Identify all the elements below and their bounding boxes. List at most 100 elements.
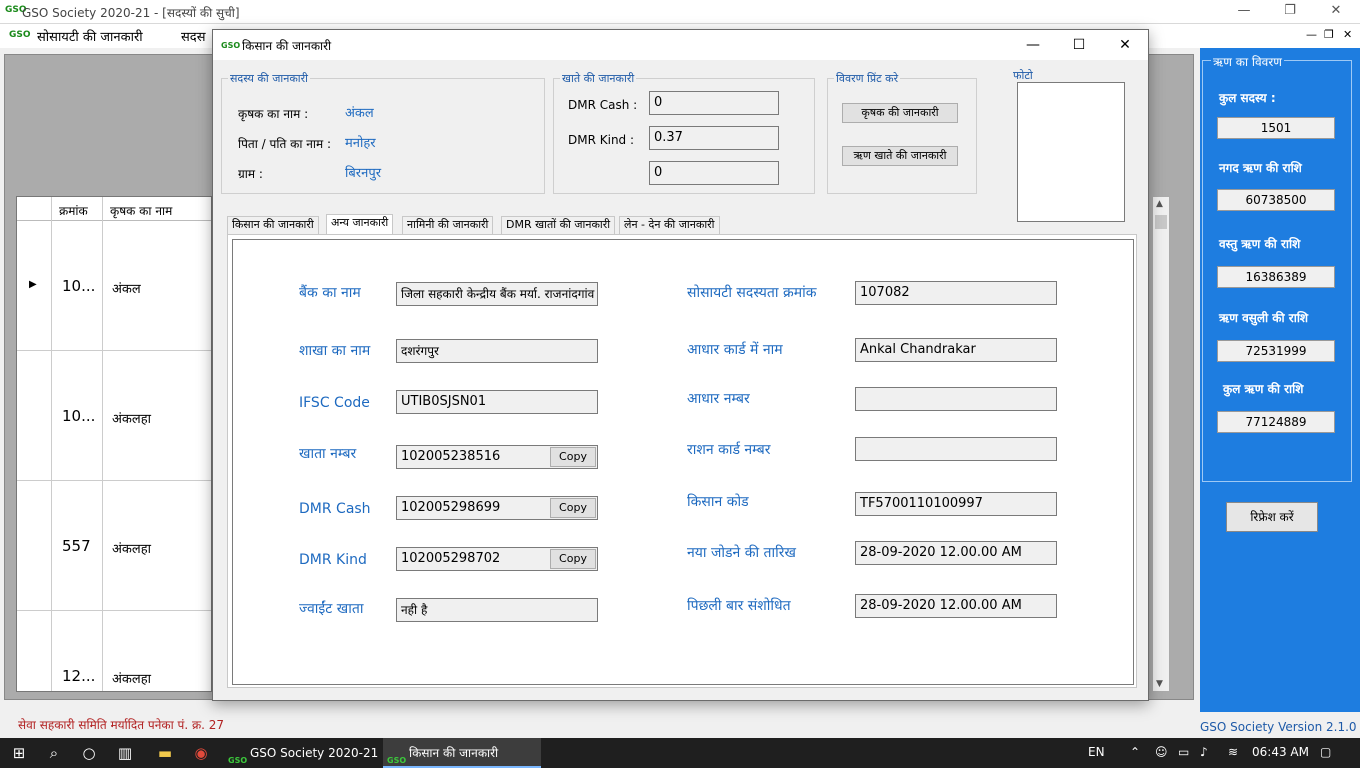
grid-col-number[interactable]: क्रमांक — [59, 202, 88, 219]
dmr-cash-label: DMR Cash : — [568, 98, 638, 112]
tray-chevron-icon[interactable]: ⌃ — [1130, 745, 1140, 759]
farmer-name-value: अंकल — [345, 106, 374, 121]
task-logo-icon: GSO — [387, 756, 407, 765]
row-number: 557 — [62, 537, 91, 555]
table-row[interactable]: 557 अंकलहा — [17, 481, 211, 611]
chrome-icon[interactable]: ◉ — [192, 744, 210, 762]
farmer-code-field[interactable]: TF5700110100997 — [855, 492, 1057, 516]
copy-dmr-kind-button[interactable]: Copy — [550, 549, 596, 569]
bank-name-label: बैंक का नाम — [299, 285, 361, 301]
table-row[interactable]: 12... अंकलहा — [17, 611, 211, 691]
membership-number-field[interactable]: 107082 — [855, 281, 1057, 305]
dialog-title-bar: GSO किसान की जानकारी — ☐ ✕ — [213, 30, 1148, 60]
main-restore-button[interactable]: ❐ — [1267, 2, 1313, 22]
last-modified-label: पिछली बार संशोधित — [687, 598, 791, 614]
windows-start-icon[interactable]: ⊞ — [10, 744, 28, 762]
photo-title: फोटो — [1013, 69, 1033, 82]
account-extra-field[interactable]: 0 — [649, 161, 779, 185]
copy-dmr-cash-button[interactable]: Copy — [550, 498, 596, 518]
mdi-minimize-icon[interactable]: — — [1306, 28, 1317, 41]
people-icon[interactable]: ☺ — [1155, 745, 1168, 759]
clock[interactable]: 06:43 AM — [1252, 745, 1309, 759]
farmer-name-label: कृषक का नाम : — [238, 107, 309, 121]
ration-card-field[interactable] — [855, 437, 1057, 461]
bank-name-field[interactable]: जिला सहकारी केन्द्रीय बैंक मर्या. राजनां… — [396, 282, 598, 306]
task-view-icon[interactable]: ▥ — [116, 744, 134, 762]
battery-icon[interactable]: ▭ — [1178, 745, 1189, 759]
dialog-maximize-button[interactable]: ☐ — [1056, 30, 1102, 60]
dmr-kind-field[interactable]: 0.37 — [649, 126, 779, 150]
main-close-button[interactable]: ✕ — [1313, 2, 1359, 22]
dialog-logo-icon: GSO — [221, 41, 241, 50]
dmr-kind-account-value: 102005298702 — [401, 551, 501, 566]
dialog-minimize-button[interactable]: — — [1010, 30, 1056, 60]
cortana-icon[interactable]: ○ — [80, 744, 98, 762]
tab-nominee-info[interactable]: नामिनी की जानकारी — [402, 216, 494, 234]
task-gso-society-label: GSO Society 2020-21 ... — [250, 746, 394, 760]
tab-other-info[interactable]: अन्य जानकारी — [326, 214, 394, 235]
joint-account-field[interactable]: नही है — [396, 598, 598, 622]
notification-icon[interactable]: ▢ — [1320, 745, 1331, 759]
account-number-field[interactable]: 102005238516 Copy — [396, 445, 598, 469]
grid-col-name[interactable]: कृषक का नाम — [110, 202, 172, 219]
ifsc-field[interactable]: UTIB0SJSN01 — [396, 390, 598, 414]
other-info-panel: बैंक का नाम जिला सहकारी केन्द्रीय बैंक म… — [227, 234, 1137, 688]
status-bar: सेवा सहकारी समिति मर्यादित पनेका पं. क्र… — [0, 712, 1360, 738]
row-number: 10... — [62, 277, 96, 295]
copy-account-button[interactable]: Copy — [550, 447, 596, 467]
account-number-value: 102005238516 — [401, 449, 501, 464]
volume-icon[interactable]: ♪ — [1200, 745, 1208, 759]
file-explorer-icon[interactable]: ▬ — [156, 744, 174, 762]
scroll-thumb[interactable] — [1155, 215, 1167, 229]
taskbar: ⊞ ⌕ ○ ▥ ▬ ◉ GSO GSO Society 2020-21 ... … — [0, 738, 1360, 768]
kind-loan-value: 16386389 — [1217, 266, 1335, 288]
membership-number-label: सोसायटी सदस्यता क्रमांक — [687, 285, 817, 301]
task-farmer-info-label: किसान की जानकारी — [409, 746, 499, 760]
dmr-cash-account-value: 102005298699 — [401, 500, 501, 515]
print-farmer-info-button[interactable]: कृषक की जानकारी — [842, 103, 958, 123]
menu-society-info[interactable]: सोसायटी की जानकारी — [37, 27, 143, 45]
refresh-button[interactable]: रिफ्रेश करें — [1226, 502, 1318, 532]
mdi-close-icon[interactable]: ✕ — [1343, 28, 1352, 41]
last-modified-field[interactable]: 28-09-2020 12.00.00 AM — [855, 594, 1057, 618]
task-farmer-info[interactable]: GSO किसान की जानकारी — [383, 738, 541, 768]
farmer-info-dialog: GSO किसान की जानकारी — ☐ ✕ सदस्य की जानक… — [212, 29, 1149, 701]
loan-recovery-value: 72531999 — [1217, 340, 1335, 362]
row-pointer-icon: ▶ — [29, 279, 37, 290]
aadhaar-number-field[interactable] — [855, 387, 1057, 411]
grid-vertical-scrollbar[interactable]: ▲ ▼ — [1152, 196, 1170, 692]
table-row[interactable]: 10... अंकलहा — [17, 351, 211, 481]
tab-transactions[interactable]: लेन - देन की जानकारी — [619, 216, 720, 234]
desktop: GSO GSO Society 2020-21 - [सदस्यों की सु… — [0, 0, 1360, 768]
row-number: 12... — [62, 667, 96, 685]
print-loan-account-button[interactable]: ऋण खाते की जानकारी — [842, 146, 958, 166]
main-minimize-button[interactable]: — — [1221, 2, 1267, 22]
menu-members[interactable]: सदस — [181, 27, 205, 45]
print-info-title: विवरण प्रिंट करे — [834, 71, 901, 86]
dmr-cash-account-field[interactable]: 102005298699 Copy — [396, 496, 598, 520]
date-added-field[interactable]: 28-09-2020 12.00.00 AM — [855, 541, 1057, 565]
table-row[interactable]: ▶ 10... अंकल — [17, 221, 211, 351]
aadhaar-name-label: आधार कार्ड में नाम — [687, 342, 783, 358]
task-gso-society[interactable]: GSO GSO Society 2020-21 ... — [224, 738, 393, 768]
scroll-up-icon[interactable]: ▲ — [1156, 199, 1163, 209]
account-info-group: खाते की जानकारी DMR Cash : 0 DMR Kind : … — [553, 71, 815, 194]
mdi-restore-icon[interactable]: ❐ — [1324, 28, 1334, 41]
search-icon[interactable]: ⌕ — [45, 744, 63, 762]
village-label: ग्राम : — [238, 167, 263, 181]
dialog-close-button[interactable]: ✕ — [1102, 30, 1148, 60]
aadhaar-name-field[interactable]: Ankal Chandrakar — [855, 338, 1057, 362]
loan-summary-group: ऋण का विवरण कुल सदस्य : 1501 नगद ऋण की र… — [1202, 53, 1352, 482]
tab-farmer-info[interactable]: किसान की जानकारी — [227, 216, 319, 234]
row-number: 10... — [62, 407, 96, 425]
language-indicator[interactable]: EN — [1088, 745, 1105, 759]
wifi-icon[interactable]: ≋ — [1228, 745, 1238, 759]
member-info-group: सदस्य की जानकारी कृषक का नाम : अंकल पिता… — [221, 71, 545, 194]
menu-logo-icon: GSO — [9, 30, 31, 40]
branch-name-field[interactable]: दशरंगपुर — [396, 339, 598, 363]
tab-dmr-accounts[interactable]: DMR खातों की जानकारी — [501, 216, 616, 234]
members-grid[interactable]: क्रमांक कृषक का नाम ▶ 10... अंकल 10... अ… — [16, 196, 212, 692]
dmr-cash-field[interactable]: 0 — [649, 91, 779, 115]
scroll-down-icon[interactable]: ▼ — [1156, 679, 1163, 689]
dmr-kind-account-field[interactable]: 102005298702 Copy — [396, 547, 598, 571]
